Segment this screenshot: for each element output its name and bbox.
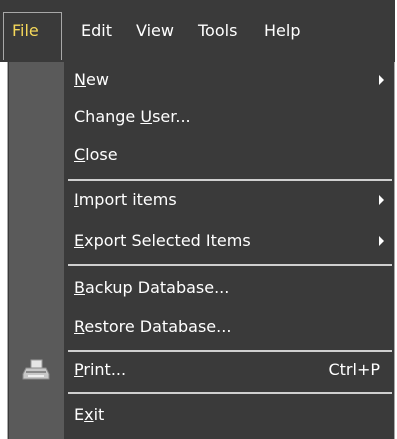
menu-item-close[interactable]: Close bbox=[74, 140, 384, 170]
submenu-arrow-icon bbox=[379, 236, 384, 246]
menu-item-backup-database[interactable]: Backup Database... bbox=[74, 273, 384, 303]
menu-item-new[interactable]: New bbox=[74, 65, 384, 95]
application-window: File Edit View Tools Help New Change Use… bbox=[0, 0, 397, 439]
submenu-arrow-icon bbox=[379, 75, 384, 85]
menu-item-label: Print... bbox=[74, 360, 127, 379]
menu-view[interactable]: View bbox=[136, 20, 174, 42]
submenu-arrow-icon bbox=[379, 195, 384, 205]
menu-separator bbox=[68, 392, 392, 394]
menu-tools[interactable]: Tools bbox=[198, 20, 237, 42]
menu-item-export-selected-items[interactable]: Export Selected Items bbox=[74, 226, 384, 256]
menu-help[interactable]: Help bbox=[264, 20, 300, 42]
menu-bar: File Edit View Tools Help bbox=[0, 0, 395, 62]
file-dropdown-menu: New Change User... Close Import items Ex… bbox=[7, 62, 395, 439]
menu-item-label: Export Selected Items bbox=[74, 231, 251, 250]
menu-separator bbox=[68, 179, 392, 181]
menu-edit[interactable]: Edit bbox=[81, 20, 112, 42]
menu-item-label: Change User... bbox=[74, 107, 191, 126]
menu-item-label: Backup Database... bbox=[74, 278, 230, 297]
menu-item-label: New bbox=[74, 70, 109, 89]
menu-item-import-items[interactable]: Import items bbox=[74, 185, 384, 215]
menu-item-label: Exit bbox=[74, 405, 105, 424]
shortcut-text: Ctrl+P bbox=[328, 360, 380, 379]
menu-item-change-user[interactable]: Change User... bbox=[74, 102, 384, 132]
printer-icon bbox=[22, 359, 50, 380]
menu-item-restore-database[interactable]: Restore Database... bbox=[74, 312, 384, 342]
menu-item-label: Restore Database... bbox=[74, 317, 232, 336]
menu-file[interactable]: File bbox=[12, 20, 39, 42]
menu-item-print[interactable]: Print... Ctrl+P bbox=[74, 355, 384, 385]
menu-separator bbox=[68, 350, 392, 352]
menu-item-label: Close bbox=[74, 145, 118, 164]
menu-item-exit[interactable]: Exit bbox=[74, 400, 384, 430]
menu-item-label: Import items bbox=[74, 190, 177, 209]
menu-icon-gutter bbox=[9, 62, 64, 439]
menu-separator bbox=[68, 264, 392, 266]
